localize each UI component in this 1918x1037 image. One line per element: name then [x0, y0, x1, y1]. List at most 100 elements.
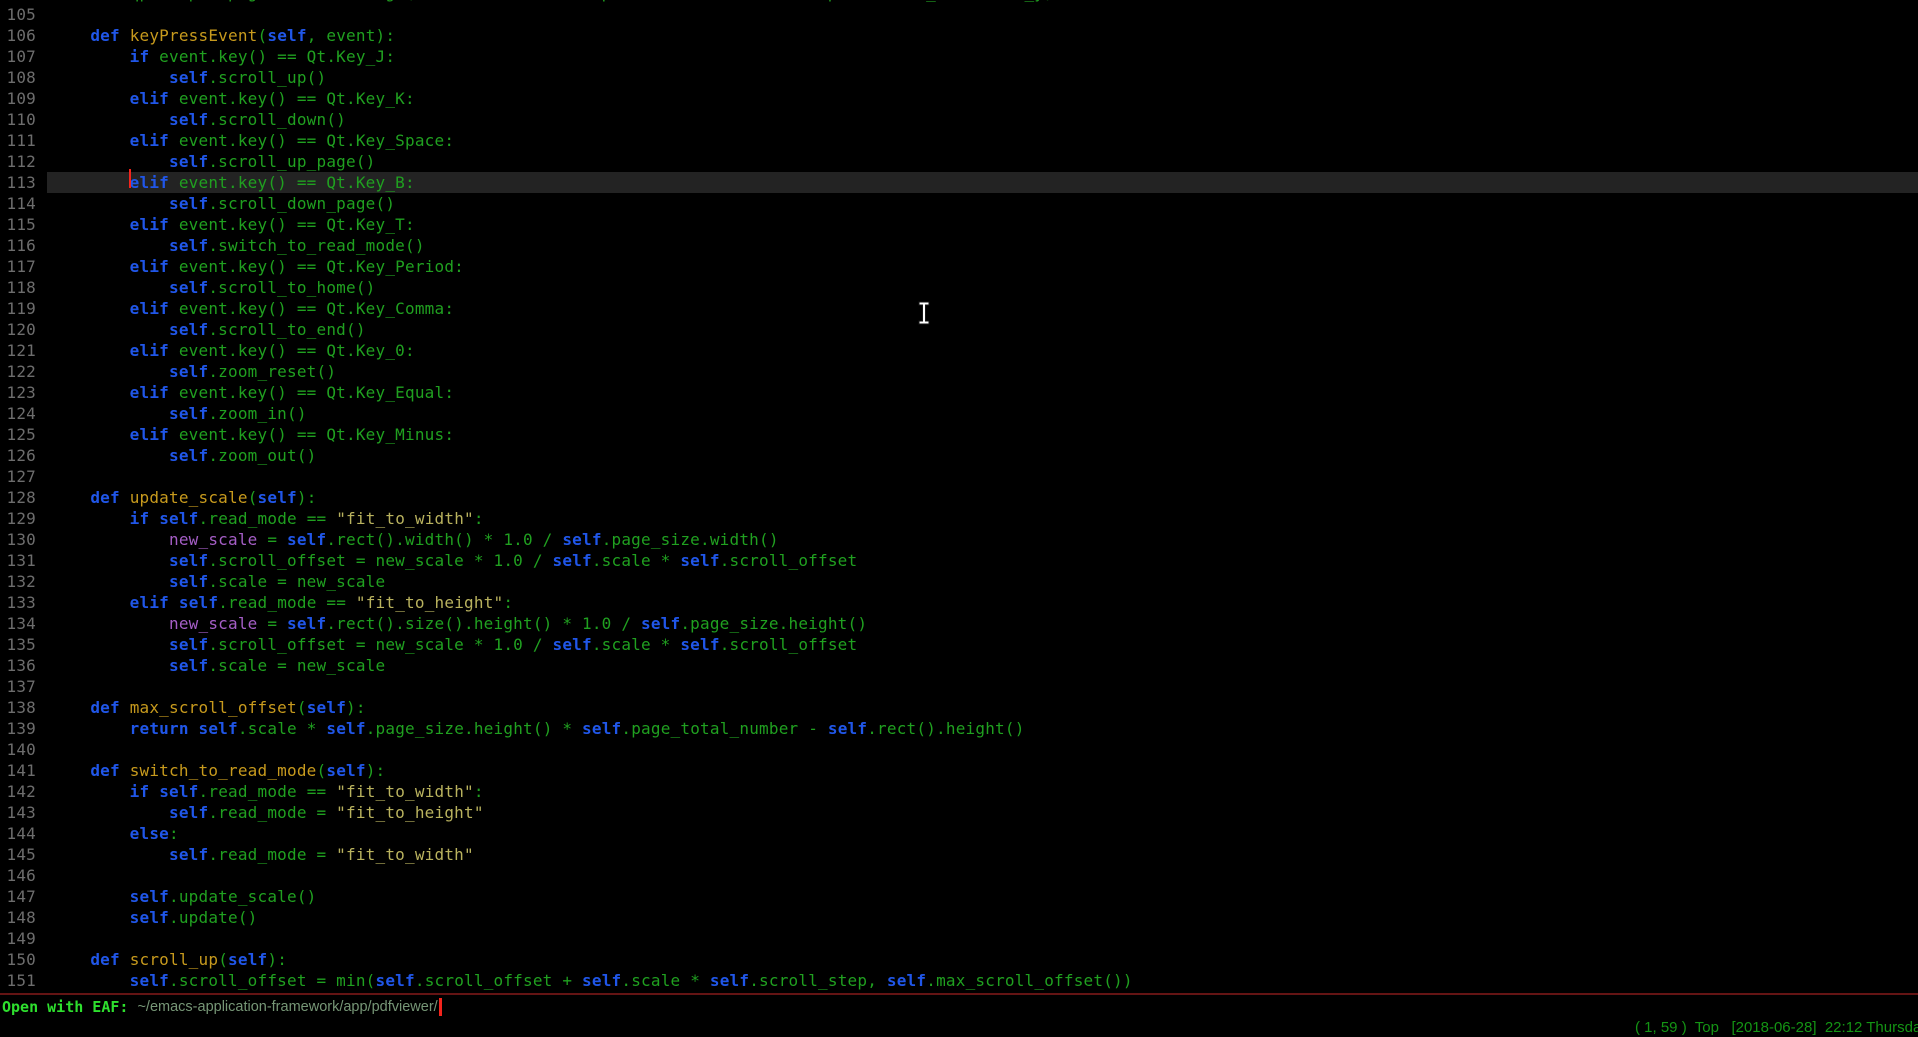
minibuffer-cursor	[439, 998, 442, 1016]
code-text	[47, 4, 1918, 25]
code-text: self.zoom_reset()	[47, 361, 1918, 382]
code-line[interactable]: 146	[0, 865, 1918, 886]
code-line[interactable]: 106 def keyPressEvent(self, event):	[0, 25, 1918, 46]
code-line[interactable]: 129 if self.read_mode == "fit_to_width":	[0, 508, 1918, 529]
code-line[interactable]: 137	[0, 676, 1918, 697]
code-line[interactable]: 148 self.update()	[0, 907, 1918, 928]
code-text: new_scale = self.rect().size().height() …	[47, 613, 1918, 634]
line-number: 120	[0, 319, 47, 340]
code-line[interactable]: 150 def scroll_up(self):	[0, 949, 1918, 970]
line-number: 109	[0, 88, 47, 109]
code-text: elif event.key() == Qt.Key_T:	[47, 214, 1918, 235]
code-line[interactable]: 115 elif event.key() == Qt.Key_T:	[0, 214, 1918, 235]
line-number: 121	[0, 340, 47, 361]
code-line[interactable]: 134 new_scale = self.rect().size().heigh…	[0, 613, 1918, 634]
line-number: 134	[0, 613, 47, 634]
code-text: self.scroll_up_page()	[47, 151, 1918, 172]
line-number: 123	[0, 382, 47, 403]
line-number: 129	[0, 508, 47, 529]
code-line[interactable]: 124 self.zoom_in()	[0, 403, 1918, 424]
line-number: 138	[0, 697, 47, 718]
code-text: elif event.key() == Qt.Key_B:	[47, 172, 1918, 193]
line-number: 148	[0, 907, 47, 928]
code-text: if event.key() == Qt.Key_J:	[47, 46, 1918, 67]
code-text: def max_scroll_offset(self):	[47, 697, 1918, 718]
mouse-ibeam-cursor	[918, 301, 931, 325]
code-text: self.scale = new_scale	[47, 655, 1918, 676]
code-line[interactable]: 151 self.scroll_offset = min(self.scroll…	[0, 970, 1918, 991]
code-line[interactable]: 145 self.read_mode = "fit_to_width"	[0, 844, 1918, 865]
line-number: 133	[0, 592, 47, 613]
code-text: self.scroll_offset = new_scale * 1.0 / s…	[47, 550, 1918, 571]
code-line[interactable]: 117 elif event.key() == Qt.Key_Period:	[0, 256, 1918, 277]
line-number: 131	[0, 550, 47, 571]
code-line[interactable]: 112 self.scroll_up_page()	[0, 151, 1918, 172]
code-line[interactable]: 139 return self.scale * self.page_size.h…	[0, 718, 1918, 739]
code-text: if self.read_mode == "fit_to_width":	[47, 508, 1918, 529]
code-line[interactable]: 111 elif event.key() == Qt.Key_Space:	[0, 130, 1918, 151]
code-line[interactable]: 110 self.scroll_down()	[0, 109, 1918, 130]
code-line[interactable]: 122 self.zoom_reset()	[0, 361, 1918, 382]
code-text	[47, 928, 1918, 949]
code-line[interactable]: 123 elif event.key() == Qt.Key_Equal:	[0, 382, 1918, 403]
code-line[interactable]: 119 elif event.key() == Qt.Key_Comma:	[0, 298, 1918, 319]
line-number: 122	[0, 361, 47, 382]
code-text: return self.scale * self.page_size.heigh…	[47, 718, 1918, 739]
code-text: def keyPressEvent(self, event):	[47, 25, 1918, 46]
line-number: 118	[0, 277, 47, 298]
line-number: 107	[0, 46, 47, 67]
line-number: 144	[0, 823, 47, 844]
line-number: 114	[0, 193, 47, 214]
line-number: 150	[0, 949, 47, 970]
code-line[interactable]: 121 elif event.key() == Qt.Key_0:	[0, 340, 1918, 361]
code-line[interactable]: 135 self.scroll_offset = new_scale * 1.0…	[0, 634, 1918, 655]
code-text: elif self.read_mode == "fit_to_height":	[47, 592, 1918, 613]
code-line[interactable]: 108 self.scroll_up()	[0, 67, 1918, 88]
line-number: 137	[0, 676, 47, 697]
code-text: self.scale = new_scale	[47, 571, 1918, 592]
code-text	[47, 739, 1918, 760]
code-line[interactable]: 116 self.switch_to_read_mode()	[0, 235, 1918, 256]
minibuffer[interactable]: Open with EAF: ~/emacs-application-frame…	[0, 996, 1918, 1018]
code-line[interactable]: 143 self.read_mode = "fit_to_height"	[0, 802, 1918, 823]
code-line[interactable]: 147 self.update_scale()	[0, 886, 1918, 907]
code-text: new_scale = self.rect().width() * 1.0 / …	[47, 529, 1918, 550]
code-text: self.scroll_offset = min(self.scroll_off…	[47, 970, 1918, 991]
code-line[interactable]: 142 if self.read_mode == "fit_to_width":	[0, 781, 1918, 802]
code-text: elif event.key() == Qt.Key_Space:	[47, 130, 1918, 151]
line-number: 113	[0, 172, 47, 193]
code-line[interactable]: 140	[0, 739, 1918, 760]
code-line[interactable]: 105	[0, 4, 1918, 25]
code-text	[47, 676, 1918, 697]
minibuffer-input[interactable]: ~/emacs-application-framework/app/pdfvie…	[137, 999, 437, 1015]
code-text: else:	[47, 823, 1918, 844]
code-line[interactable]: 133 elif self.read_mode == "fit_to_heigh…	[0, 592, 1918, 613]
emacs-frame: qpixmap = page.renderToImage(self.scale …	[0, 0, 1918, 1037]
code-line[interactable]: 136 self.scale = new_scale	[0, 655, 1918, 676]
code-line[interactable]: 149	[0, 928, 1918, 949]
code-text: elif event.key() == Qt.Key_Period:	[47, 256, 1918, 277]
code-line[interactable]: 107 if event.key() == Qt.Key_J:	[0, 46, 1918, 67]
code-line[interactable]: 138 def max_scroll_offset(self):	[0, 697, 1918, 718]
code-line[interactable]: 144 else:	[0, 823, 1918, 844]
code-line[interactable]: 109 elif event.key() == Qt.Key_K:	[0, 88, 1918, 109]
code-line-current[interactable]: 113 elif event.key() == Qt.Key_B:	[0, 172, 1918, 193]
code-line[interactable]: 131 self.scroll_offset = new_scale * 1.0…	[0, 550, 1918, 571]
line-number: 130	[0, 529, 47, 550]
code-buffer[interactable]: 105106 def keyPressEvent(self, event):10…	[0, 4, 1918, 991]
code-text	[47, 865, 1918, 886]
code-line[interactable]: 128 def update_scale(self):	[0, 487, 1918, 508]
code-line[interactable]: 141 def switch_to_read_mode(self):	[0, 760, 1918, 781]
code-line[interactable]: 130 new_scale = self.rect().width() * 1.…	[0, 529, 1918, 550]
code-line[interactable]: 126 self.zoom_out()	[0, 445, 1918, 466]
code-line[interactable]: 127	[0, 466, 1918, 487]
line-number: 110	[0, 109, 47, 130]
code-text: self.zoom_in()	[47, 403, 1918, 424]
line-number: 143	[0, 802, 47, 823]
code-line[interactable]: 114 self.scroll_down_page()	[0, 193, 1918, 214]
code-text	[47, 466, 1918, 487]
code-line[interactable]: 132 self.scale = new_scale	[0, 571, 1918, 592]
code-line[interactable]: 125 elif event.key() == Qt.Key_Minus:	[0, 424, 1918, 445]
code-line[interactable]: 120 self.scroll_to_end()	[0, 319, 1918, 340]
code-line[interactable]: 118 self.scroll_to_home()	[0, 277, 1918, 298]
